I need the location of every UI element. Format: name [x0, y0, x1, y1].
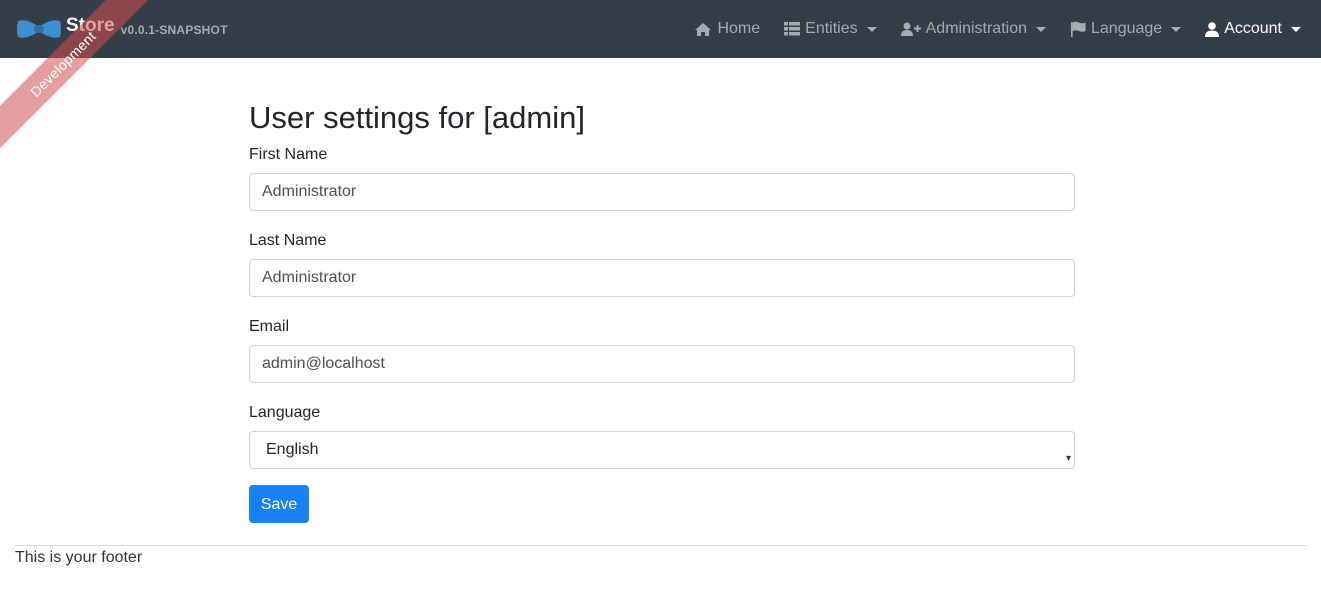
- last-name-label: Last Name: [249, 232, 327, 249]
- bowtie-logo-icon: [17, 20, 61, 38]
- brand-link[interactable]: Store v0.0.1-SNAPSHOT: [16, 0, 228, 58]
- caret-down-icon: [866, 26, 877, 32]
- nav-item-language[interactable]: Language: [1070, 20, 1182, 38]
- page-footer: This is your footer: [15, 545, 1308, 567]
- caret-down-icon: [1171, 26, 1182, 32]
- brand-version: v0.0.1-SNAPSHOT: [120, 23, 228, 37]
- last-name-input[interactable]: [249, 259, 1075, 297]
- top-navbar: Store v0.0.1-SNAPSHOT Home Entities Admi…: [0, 0, 1321, 58]
- settings-main: User settings for [admin] First Name Las…: [249, 58, 1075, 523]
- caret-down-icon: [1036, 26, 1046, 32]
- nav-item-home[interactable]: Home: [694, 20, 760, 38]
- save-button[interactable]: Save: [249, 485, 309, 523]
- nav-item-entities[interactable]: Entities: [784, 20, 877, 38]
- home-icon: [695, 22, 712, 36]
- select-arrow-icon: ▾: [1065, 453, 1071, 464]
- language-group: Language English ▾: [249, 403, 1075, 469]
- nav-item-administration[interactable]: Administration: [900, 20, 1046, 38]
- email-label: Email: [249, 318, 290, 335]
- brand-title: Store: [66, 15, 115, 36]
- page-title-prefix: User settings for [: [249, 100, 492, 135]
- nav-item-label: Account: [1224, 20, 1282, 37]
- nav-item-account[interactable]: Account: [1205, 20, 1301, 38]
- nav-item-label: Language: [1091, 20, 1163, 37]
- language-label: Language: [249, 404, 321, 421]
- nav-item-label: Entities: [805, 20, 858, 37]
- email-group: Email: [249, 317, 1075, 383]
- caret-down-icon: [1291, 26, 1301, 32]
- nav-item-label: Administration: [925, 20, 1027, 37]
- first-name-group: First Name: [249, 145, 1075, 211]
- language-select-wrap: English ▾: [249, 431, 1075, 469]
- page-title-suffix: ]: [576, 100, 585, 135]
- language-select[interactable]: English: [249, 431, 1075, 469]
- email-input[interactable]: [249, 345, 1075, 383]
- table-list-icon: [784, 22, 801, 36]
- last-name-group: Last Name: [249, 231, 1075, 297]
- user-icon: [1205, 21, 1220, 37]
- page-title: User settings for [admin]: [249, 98, 1075, 138]
- page-title-username: admin: [491, 100, 577, 135]
- first-name-label: First Name: [249, 146, 328, 163]
- main-nav: Home Entities Administration Language Ac…: [670, 0, 1301, 58]
- nav-item-label: Home: [717, 20, 761, 37]
- footer-text: This is your footer: [15, 549, 143, 566]
- user-plus-icon: [900, 22, 921, 36]
- flag-icon: [1071, 21, 1086, 37]
- first-name-input[interactable]: [249, 173, 1075, 211]
